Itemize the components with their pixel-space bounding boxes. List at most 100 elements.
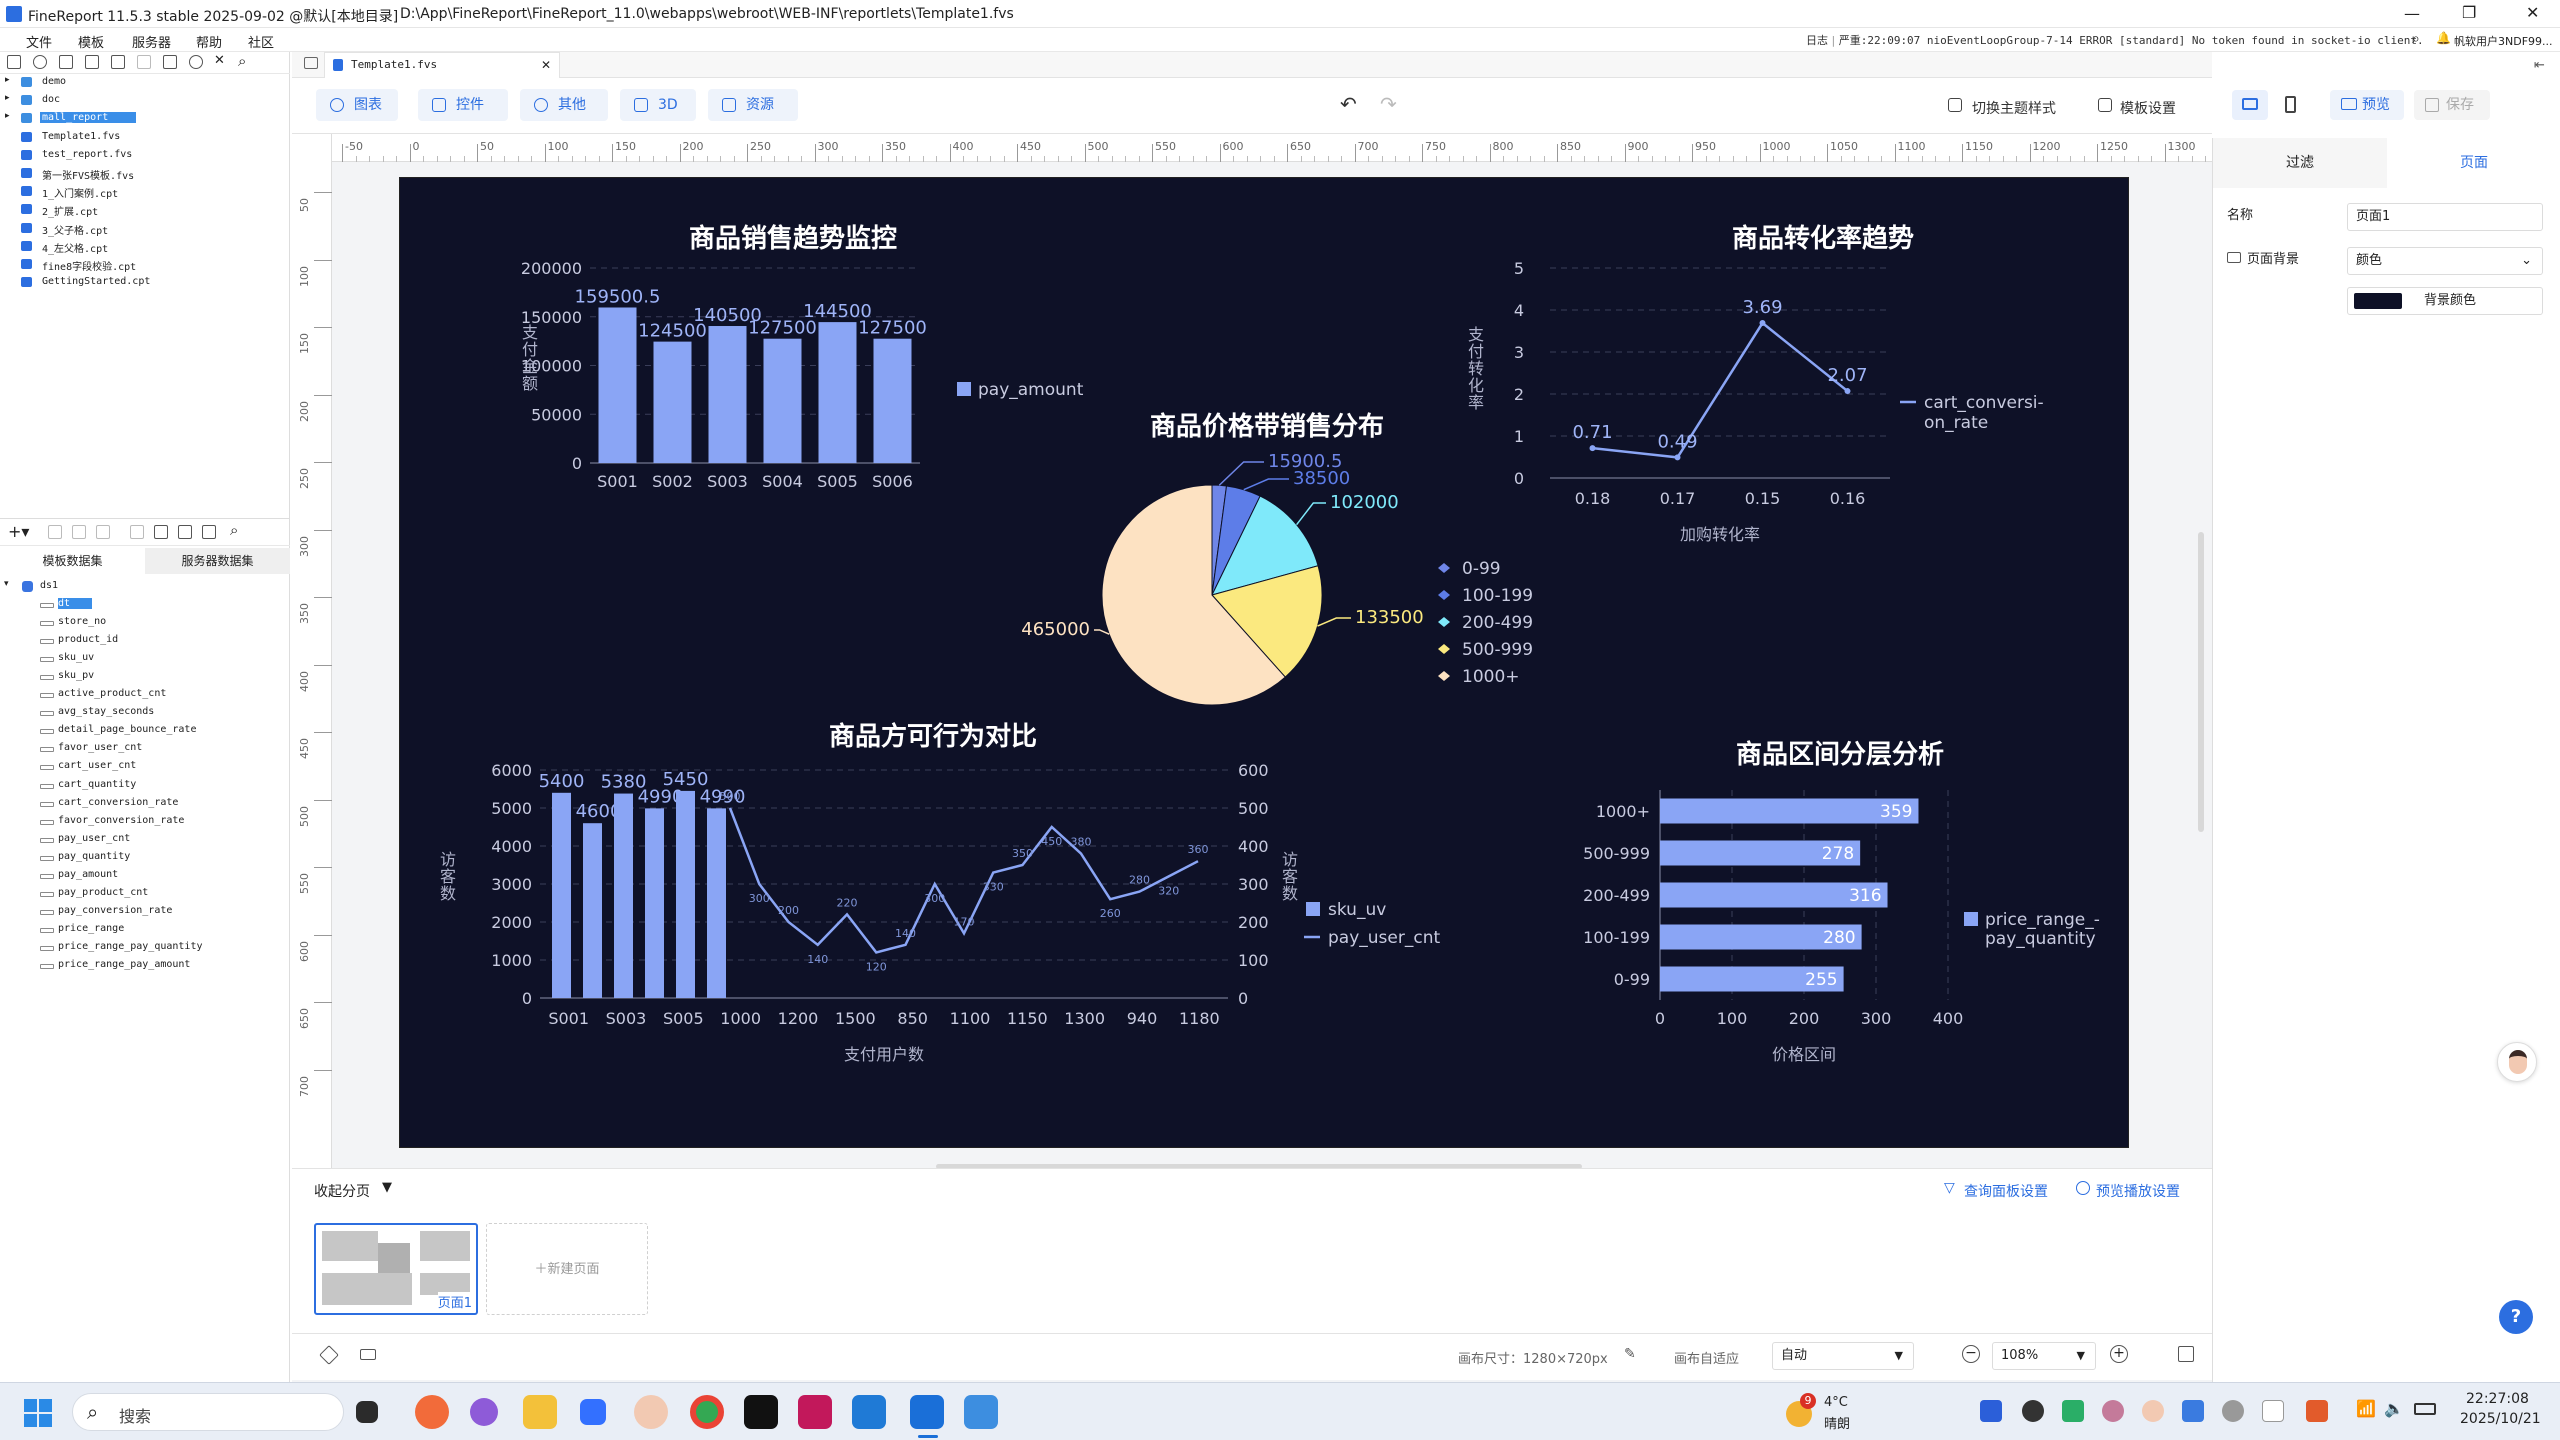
resource-chip[interactable]: 资源 — [708, 89, 798, 121]
chrome-icon[interactable] — [690, 1395, 724, 1429]
clock-date[interactable]: 2025/10/21 — [2460, 1411, 2541, 1427]
bell-icon[interactable]: 🔔 — [2436, 31, 2451, 45]
field-label[interactable]: cart_quantity — [58, 779, 136, 790]
field-label[interactable]: pay_conversion_rate — [58, 905, 172, 916]
field-label[interactable]: product_id — [58, 634, 118, 645]
tab-template-dataset[interactable]: 模板数据集 — [0, 548, 145, 574]
query-panel-settings[interactable]: 查询面板设置 — [1964, 1181, 2048, 1201]
template-settings-button[interactable]: 模板设置 — [2120, 98, 2176, 118]
notepad-icon[interactable] — [964, 1395, 998, 1429]
field-label[interactable]: cart_conversion_rate — [58, 797, 178, 808]
new-template-icon[interactable] — [7, 55, 21, 69]
tray-red-app-icon[interactable] — [2306, 1400, 2328, 1422]
search-icon[interactable]: ⌕ — [2412, 31, 2420, 47]
field-label[interactable]: pay_quantity — [58, 851, 130, 862]
bg-type-select[interactable]: 颜色 ⌄ — [2347, 247, 2543, 275]
close-window-button[interactable]: ✕ — [2526, 3, 2539, 22]
clock-time[interactable]: 22:27:08 — [2466, 1391, 2529, 1407]
task-view-icon[interactable] — [356, 1401, 378, 1423]
menu-help[interactable]: 帮助 — [196, 32, 222, 51]
preview-dataset-icon[interactable] — [96, 525, 110, 539]
datagrip-icon[interactable] — [744, 1395, 778, 1429]
log-label[interactable]: 日志 — [1806, 34, 1828, 47]
bg-color-picker[interactable]: 背景颜色 — [2347, 287, 2543, 315]
theme-button[interactable]: 切换主题样式 — [1972, 98, 2056, 118]
tree-item-label[interactable]: test_report.fvs — [40, 149, 134, 160]
page-thumbnail-1[interactable]: 页面1 — [314, 1223, 478, 1315]
tree-item-label[interactable]: Template1.fvs — [40, 131, 122, 142]
image-icon[interactable] — [85, 55, 99, 69]
field-label[interactable]: active_product_cnt — [58, 688, 166, 699]
mobile-view-button[interactable] — [2272, 90, 2308, 120]
field-label[interactable]: pay_product_cnt — [58, 887, 148, 898]
intellij-icon[interactable] — [798, 1395, 832, 1429]
expand-arrow-icon[interactable]: ▸ — [5, 111, 10, 121]
redo-icon[interactable]: ↷ — [1380, 92, 1397, 116]
field-label[interactable]: price_range — [58, 923, 124, 934]
open-icon[interactable] — [59, 55, 73, 69]
vscode-icon[interactable] — [852, 1395, 886, 1429]
other-chip[interactable]: 其他 — [520, 89, 608, 121]
finereport-icon[interactable] — [910, 1395, 944, 1429]
target-icon[interactable] — [189, 55, 203, 69]
field-label[interactable]: favor_conversion_rate — [58, 815, 184, 826]
app-postman-icon[interactable] — [415, 1395, 449, 1429]
tree-item-label[interactable]: 4_左父格.cpt — [40, 240, 110, 255]
preview-button[interactable]: 预览 — [2330, 90, 2404, 120]
zoom-select[interactable]: 108% ▼ — [1992, 1342, 2096, 1370]
volume-icon[interactable]: 🔈 — [2384, 1399, 2404, 1418]
tree-item-label[interactable]: 1_入门案例.cpt — [40, 185, 120, 200]
fit-screen-icon[interactable] — [2178, 1346, 2194, 1362]
tree-item-label[interactable]: 2_扩展.cpt — [40, 203, 100, 218]
assistant-avatar[interactable] — [2497, 1042, 2537, 1082]
field-label[interactable]: avg_stay_seconds — [58, 706, 154, 717]
tree-item-label[interactable]: demo — [40, 76, 68, 87]
widget-chip[interactable]: 控件 — [418, 89, 508, 121]
dataset-search-icon[interactable]: ⌕ — [230, 521, 238, 539]
tree-item-label[interactable]: mall_report — [40, 112, 137, 124]
field-label[interactable]: price_range_pay_amount — [58, 959, 190, 970]
copy-icon[interactable] — [111, 55, 125, 69]
tree-item-label[interactable]: 3_父子格.cpt — [40, 222, 110, 237]
menu-template[interactable]: 模板 — [78, 32, 104, 51]
zoom-in-icon[interactable]: + — [2110, 1345, 2128, 1363]
field-label[interactable]: dt — [58, 598, 93, 609]
field-label[interactable]: pay_user_cnt — [58, 833, 130, 844]
tab-server-dataset[interactable]: 服务器数据集 — [145, 548, 290, 574]
tab-filter[interactable]: 过滤 — [2213, 138, 2387, 188]
field-label[interactable]: price_range_pay_quantity — [58, 941, 203, 952]
file-explorer-icon[interactable] — [523, 1395, 557, 1429]
expand-arrow-icon[interactable]: ▸ — [5, 93, 10, 103]
field-label[interactable]: sku_uv — [58, 652, 94, 663]
field-label[interactable]: favor_user_cnt — [58, 742, 142, 753]
add-dataset-icon[interactable]: +▾ — [8, 522, 29, 541]
tree-item-label[interactable]: fine8字段校验.cpt — [40, 258, 138, 273]
taskbar-search[interactable]: ⌕ 搜索 — [72, 1393, 344, 1431]
restore-button[interactable]: ❐ — [2462, 3, 2476, 22]
dataset-image-icon[interactable] — [154, 525, 168, 539]
tab-list-icon[interactable] — [304, 57, 318, 69]
collapse-icon[interactable]: ✕ — [214, 53, 225, 68]
dataset-copy-icon[interactable] — [130, 525, 144, 539]
desktop-view-button[interactable] — [2232, 90, 2268, 120]
app-avatar-icon[interactable] — [634, 1395, 668, 1429]
refresh-icon[interactable] — [33, 55, 47, 69]
trash-icon[interactable] — [163, 55, 177, 69]
zoom-out-icon[interactable]: − — [1962, 1345, 1980, 1363]
help-button[interactable]: ? — [2499, 1300, 2533, 1334]
collapse-pages-button[interactable]: 收起分页 — [314, 1181, 370, 1201]
doc-tab-template1[interactable]: Template1.fvs ✕ — [324, 52, 560, 78]
field-label[interactable]: pay_amount — [58, 869, 118, 880]
tree-item-label[interactable]: doc — [40, 94, 62, 105]
collapse-arrow-icon[interactable]: ▼ — [382, 1180, 392, 1195]
page-name-input[interactable]: 页面1 — [2347, 203, 2543, 231]
panel-collapse-icon[interactable]: ⇤ — [2534, 58, 2545, 73]
start-button[interactable] — [24, 1399, 52, 1427]
app-feishu-icon[interactable] — [580, 1399, 606, 1425]
edit-dataset-icon[interactable] — [48, 525, 62, 539]
field-label[interactable]: detail_page_bounce_rate — [58, 724, 196, 735]
delete-icon[interactable] — [137, 55, 151, 69]
tree-item-label[interactable]: 第一张FVS模板.fvs — [40, 167, 136, 182]
preview-play-settings[interactable]: 预览播放设置 — [2096, 1181, 2180, 1201]
menu-community[interactable]: 社区 — [248, 32, 274, 51]
